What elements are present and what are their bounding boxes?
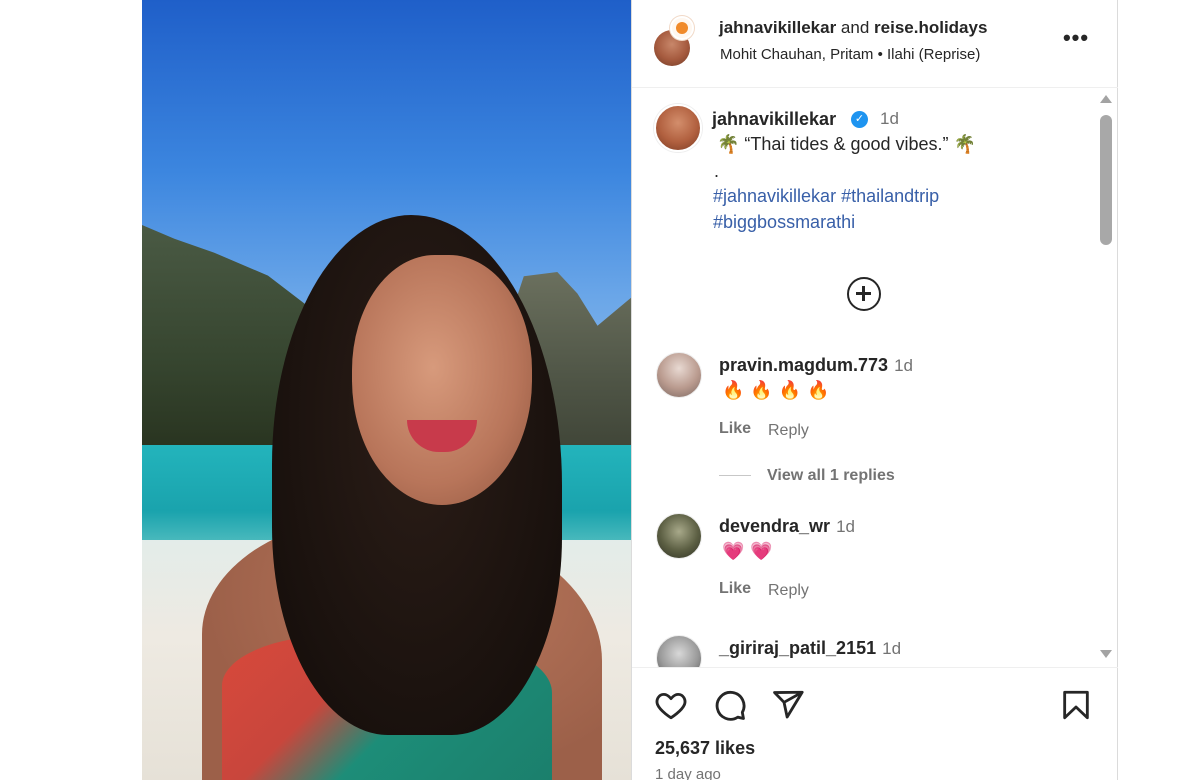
comment-like-button[interactable]: Like: [719, 420, 751, 438]
replies-divider: [719, 475, 751, 477]
heart-icon[interactable]: [654, 688, 688, 722]
comment-username[interactable]: _giriraj_patil_2151 1d: [719, 638, 901, 659]
comment-like-button[interactable]: Like: [719, 580, 751, 598]
scroll-up-arrow-icon[interactable]: [1100, 95, 1112, 103]
comment-username[interactable]: devendra_wr 1d: [719, 516, 855, 537]
post-header: jahnavikillekar and reise.holidays Mohit…: [632, 0, 1118, 88]
scrollbar-thumb[interactable]: [1100, 115, 1112, 245]
post-authors: jahnavikillekar and reise.holidays: [719, 18, 987, 38]
post-date[interactable]: 1 day ago: [655, 766, 721, 780]
comment-username-text[interactable]: devendra_wr: [719, 516, 830, 536]
comment-avatar[interactable]: [656, 635, 702, 667]
author-username-link[interactable]: jahnavikillekar: [719, 18, 836, 37]
comment-reply-button[interactable]: Reply: [768, 582, 809, 600]
view-replies-label[interactable]: View all 1 replies: [767, 467, 895, 484]
comment-reply-button[interactable]: Reply: [768, 422, 809, 440]
comments-section[interactable]: jahnavikillekar ✓ 1d 🌴 “Thai tides & goo…: [632, 89, 1118, 667]
comment-username-text[interactable]: pravin.magdum.773: [719, 355, 888, 375]
post-viewer: jahnavikillekar and reise.holidays Mohit…: [0, 0, 1200, 780]
audio-track-link[interactable]: Mohit Chauhan, Pritam • Ilahi (Reprise): [720, 46, 980, 63]
scroll-down-arrow-icon[interactable]: [1100, 650, 1112, 658]
person-selfie: [202, 215, 602, 780]
post-details-panel: jahnavikillekar and reise.holidays Mohit…: [631, 0, 1118, 780]
post-media-image[interactable]: [142, 0, 631, 780]
caption-username[interactable]: jahnavikillekar: [712, 109, 836, 130]
comment-text: 🔥🔥🔥🔥: [722, 380, 836, 400]
comment-text: 💗💗: [722, 541, 779, 561]
comment-timestamp[interactable]: 1d: [894, 356, 913, 375]
collab-avatar[interactable]: [670, 16, 694, 40]
comment-username-text[interactable]: _giriraj_patil_2151: [719, 638, 876, 658]
caption-hashtags-line1[interactable]: #jahnavikillekar #thailandtrip: [713, 186, 939, 207]
post-actions: 25,637 likes 1 day ago: [632, 667, 1118, 780]
share-icon[interactable]: [771, 688, 805, 722]
collab-username-link[interactable]: reise.holidays: [874, 18, 987, 37]
comment-avatar[interactable]: [656, 513, 702, 559]
comment-timestamp[interactable]: 1d: [882, 639, 901, 658]
comment-timestamp[interactable]: 1d: [836, 517, 855, 536]
bookmark-icon[interactable]: [1059, 688, 1093, 722]
comments-scrollbar[interactable]: [1098, 95, 1112, 667]
caption-hashtags-line2[interactable]: #biggbossmarathi: [713, 212, 855, 233]
likes-count[interactable]: 25,637 likes: [655, 738, 755, 759]
verified-badge-icon: ✓: [851, 111, 868, 128]
person-face: [352, 255, 532, 505]
more-options-icon[interactable]: •••: [1062, 27, 1090, 52]
view-replies-button[interactable]: View all 1 replies: [719, 467, 895, 485]
caption-avatar[interactable]: [654, 104, 702, 152]
comment-username[interactable]: pravin.magdum.773 1d: [719, 355, 913, 376]
authors-conjunction: and: [840, 18, 870, 37]
load-more-comments-icon[interactable]: [847, 277, 881, 311]
caption-text: 🌴 “Thai tides & good vibes.” 🌴: [717, 134, 976, 154]
comment-icon[interactable]: [713, 688, 747, 722]
caption-timestamp[interactable]: 1d: [880, 109, 899, 129]
caption-dot: .: [714, 161, 720, 181]
comment-avatar[interactable]: [656, 352, 702, 398]
